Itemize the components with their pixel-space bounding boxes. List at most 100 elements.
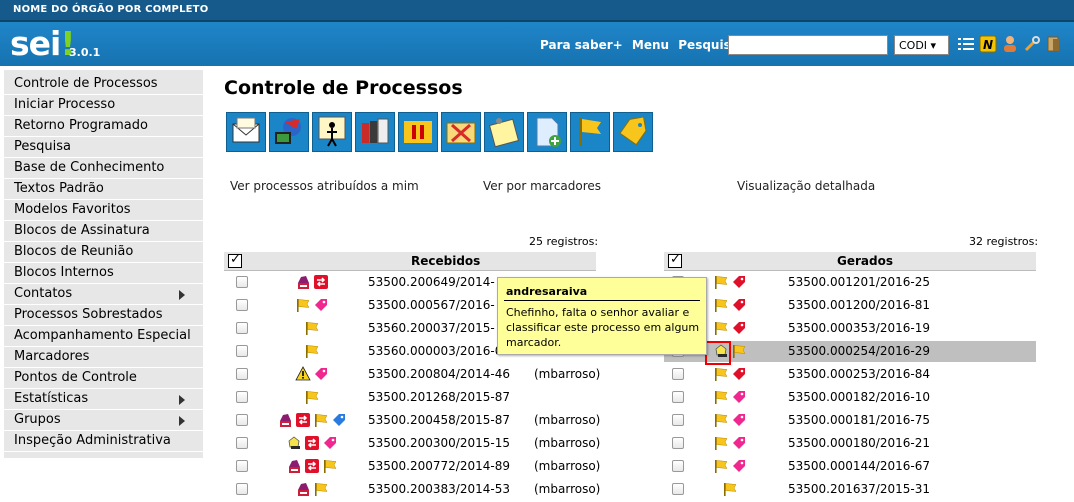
- table-row[interactable]: 53500.201268/2015-87: [228, 387, 600, 408]
- sidebar-item[interactable]: Processos Sobrestados: [4, 305, 203, 326]
- table-row[interactable]: 53500.000144/2016-67: [664, 456, 1036, 477]
- process-link[interactable]: 53500.200383/2014-53: [368, 482, 510, 496]
- link-detailed-view[interactable]: Visualização detalhada: [737, 179, 875, 193]
- row-checkbox[interactable]: [236, 368, 248, 380]
- pink-tag-icon[interactable]: [322, 435, 338, 454]
- row-checkbox[interactable]: [672, 460, 684, 472]
- toolbar-conclude-button[interactable]: [441, 112, 481, 152]
- process-link[interactable]: 53500.000180/2016-21: [788, 436, 930, 450]
- row-checkbox[interactable]: [236, 276, 248, 288]
- process-link[interactable]: 53500.201637/2015-31: [788, 482, 930, 496]
- row-checkbox[interactable]: [236, 345, 248, 357]
- process-link[interactable]: 53500.001201/2016-25: [788, 275, 930, 289]
- pink-tag-icon[interactable]: [731, 412, 747, 431]
- flag-icon[interactable]: [713, 435, 729, 454]
- flag-icon[interactable]: [713, 412, 729, 431]
- pink-tag-icon[interactable]: [313, 297, 329, 316]
- sidebar-item[interactable]: Contatos: [4, 284, 203, 305]
- sidebar-item[interactable]: Inspeção Administrativa: [4, 431, 203, 452]
- warning-icon[interactable]: [295, 366, 311, 385]
- sidebar-item[interactable]: Pontos de Controle: [4, 368, 203, 389]
- table-row[interactable]: 53500.200804/2014-46 (mbarroso): [228, 364, 600, 385]
- flag-icon[interactable]: [731, 343, 747, 362]
- process-link[interactable]: 53500.200458/2015-87: [368, 413, 510, 427]
- toolbar-suspend-button[interactable]: [398, 112, 438, 152]
- stamp-icon[interactable]: [286, 458, 302, 477]
- process-link[interactable]: 53500.000182/2016-10: [788, 390, 930, 404]
- row-checkbox[interactable]: [672, 414, 684, 426]
- red-tag-icon[interactable]: [731, 297, 747, 316]
- toolbar-assign-button[interactable]: [312, 112, 352, 152]
- sidebar-item[interactable]: Textos Padrão: [4, 179, 203, 200]
- table-row[interactable]: 53500.000180/2016-21: [664, 433, 1036, 454]
- flag-icon[interactable]: [713, 297, 729, 316]
- process-link[interactable]: 53500.000181/2016-75: [788, 413, 930, 427]
- process-link[interactable]: 53500.000254/2016-29: [788, 344, 930, 358]
- toolbar-marker-button[interactable]: [570, 112, 610, 152]
- sidebar-item[interactable]: Base de Conhecimento: [4, 158, 203, 179]
- pink-tag-icon[interactable]: [731, 435, 747, 454]
- toolbar-send-button[interactable]: [226, 112, 266, 152]
- toolbar-annotation-button[interactable]: [484, 112, 524, 152]
- flag-icon[interactable]: [713, 458, 729, 477]
- sei-logo[interactable]: sei!: [10, 24, 75, 63]
- process-link[interactable]: 53500.200300/2015-15: [368, 436, 510, 450]
- sidebar-item[interactable]: Modelos Favoritos: [4, 200, 203, 221]
- table-row[interactable]: 53500.000181/2016-75: [664, 410, 1036, 431]
- sidebar-item[interactable]: Estatísticas: [4, 389, 203, 410]
- row-checkbox[interactable]: [672, 483, 684, 495]
- process-link[interactable]: 53500.001200/2016-81: [788, 298, 930, 312]
- red-arrows-icon[interactable]: [304, 435, 320, 454]
- tools-icon[interactable]: [1023, 35, 1041, 53]
- process-link[interactable]: 53500.000144/2016-67: [788, 459, 930, 473]
- row-checkbox[interactable]: [236, 299, 248, 311]
- link-by-markers[interactable]: Ver por marcadores: [483, 179, 601, 193]
- table-row[interactable]: 53500.000253/2016-84: [664, 364, 1036, 385]
- sidebar-item[interactable]: Iniciar Processo: [4, 95, 203, 116]
- flag-icon[interactable]: [713, 366, 729, 385]
- row-checkbox[interactable]: [672, 368, 684, 380]
- sidebar-item[interactable]: Pesquisa: [4, 137, 203, 158]
- table-row[interactable]: 53500.000353/2016-19: [664, 318, 1036, 339]
- sidebar-item[interactable]: Acompanhamento Especial: [4, 326, 203, 347]
- row-checkbox[interactable]: [236, 322, 248, 334]
- link-menu[interactable]: Menu: [632, 38, 669, 52]
- flag-icon[interactable]: [722, 481, 738, 500]
- list-icon[interactable]: [957, 35, 975, 53]
- process-link[interactable]: 53500.200804/2014-46: [368, 367, 510, 381]
- toolbar-new-doc-button[interactable]: [527, 112, 567, 152]
- link-para-saber[interactable]: Para saber+: [540, 38, 623, 52]
- table-row[interactable]: 53500.201637/2015-31: [664, 479, 1036, 500]
- table-row[interactable]: 53500.200772/2014-89 (mbarroso): [228, 456, 600, 477]
- link-assigned-to-me[interactable]: Ver processos atribuídos a mim: [230, 179, 419, 193]
- sidebar-item[interactable]: Blocos Internos: [4, 263, 203, 284]
- search-input[interactable]: [728, 35, 888, 55]
- row-checkbox[interactable]: [672, 437, 684, 449]
- row-checkbox[interactable]: [236, 414, 248, 426]
- process-link[interactable]: 53560.200037/2015-: [368, 321, 495, 335]
- table-row[interactable]: 53500.200383/2014-53 (mbarroso): [228, 479, 600, 500]
- stamp-icon[interactable]: [277, 412, 293, 431]
- process-link[interactable]: 53500.000353/2016-19: [788, 321, 930, 335]
- annotation-icon[interactable]: [286, 435, 302, 454]
- process-link[interactable]: 53500.000253/2016-84: [788, 367, 930, 381]
- flag-icon[interactable]: [322, 458, 338, 477]
- process-link[interactable]: 53500.200649/2014-: [368, 275, 495, 289]
- flag-icon[interactable]: [713, 320, 729, 339]
- table-row[interactable]: 53500.000182/2016-10: [664, 387, 1036, 408]
- notes-icon[interactable]: N: [979, 35, 997, 53]
- sidebar-item[interactable]: Controle de Processos: [4, 74, 203, 95]
- red-tag-icon[interactable]: [731, 274, 747, 293]
- row-checkbox[interactable]: [236, 391, 248, 403]
- pink-tag-icon[interactable]: [313, 366, 329, 385]
- red-tag-icon[interactable]: [731, 320, 747, 339]
- sidebar-item[interactable]: Retorno Programado: [4, 116, 203, 137]
- unit-select[interactable]: CODI ▾: [894, 35, 949, 55]
- sidebar-item[interactable]: Blocos de Assinatura: [4, 221, 203, 242]
- exit-icon[interactable]: [1045, 35, 1063, 53]
- table-row[interactable]: 53500.001201/2016-25: [664, 272, 1036, 293]
- flag-icon[interactable]: [313, 412, 329, 431]
- user-icon[interactable]: [1001, 35, 1019, 53]
- toolbar-tag-button[interactable]: [613, 112, 653, 152]
- table-row[interactable]: 53500.200458/2015-87 (mbarroso): [228, 410, 600, 431]
